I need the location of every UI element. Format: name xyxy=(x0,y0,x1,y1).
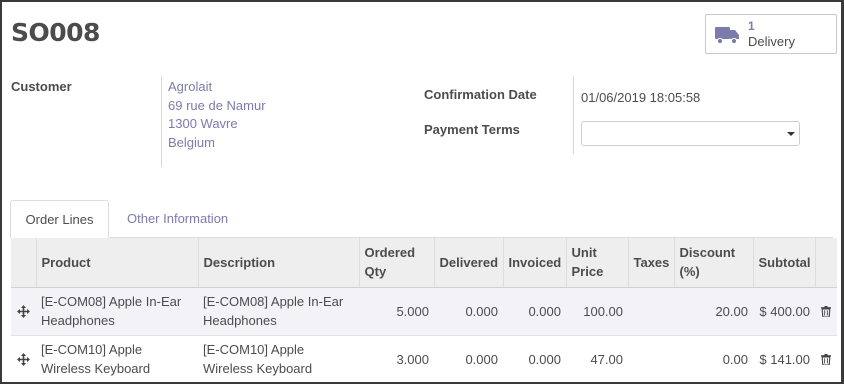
column-header-unit-price[interactable]: Unit Price xyxy=(565,238,628,288)
cell-taxes[interactable] xyxy=(628,287,674,336)
column-header-delivered[interactable]: Delivered xyxy=(433,238,503,288)
column-header-invoiced[interactable]: Invoiced xyxy=(502,238,566,288)
cell-invoiced[interactable]: 0.000 xyxy=(503,287,566,336)
address-city[interactable]: 1300 Wavre xyxy=(168,115,266,134)
cell-product[interactable]: [E-COM08] Apple In-Ear Headphones xyxy=(36,287,198,336)
cell-product[interactable]: [E-COM10] Apple Wireless Keyboard xyxy=(36,335,198,382)
cell-discount[interactable]: 0.00 xyxy=(674,335,753,382)
customer-name-link[interactable]: Agrolait xyxy=(168,78,266,97)
right-group-separator xyxy=(573,76,574,154)
tab-order-lines[interactable]: Order Lines xyxy=(10,200,109,238)
column-header-discount[interactable]: Discount (%) xyxy=(673,238,753,288)
cell-description[interactable]: [E-COM10] Apple Wireless Keyboard xyxy=(198,335,359,382)
delivery-smart-button[interactable]: 1 Delivery xyxy=(705,14,837,54)
column-header-product[interactable]: Product xyxy=(35,238,198,288)
drag-handle[interactable] xyxy=(11,287,36,336)
table-row[interactable]: [E-COM10] Apple Wireless Keyboard [E-COM… xyxy=(11,335,837,382)
delete-row-button[interactable] xyxy=(815,287,837,336)
column-header-ordered-qty[interactable]: Ordered Qty xyxy=(358,238,434,288)
tab-other-information[interactable]: Other Information xyxy=(127,200,228,238)
form-sheet: SO008 1 Delivery Customer Agrolait 69 ru… xyxy=(0,0,844,384)
confirmation-date-value: 01/06/2019 18:05:58 xyxy=(581,90,701,105)
address-country[interactable]: Belgium xyxy=(168,134,266,153)
trash-icon xyxy=(821,353,831,365)
cell-subtotal: $ 141.00 xyxy=(753,335,815,382)
cell-taxes[interactable] xyxy=(628,335,674,382)
cell-ordered-qty[interactable]: 5.000 xyxy=(359,287,434,336)
delete-row-button[interactable] xyxy=(815,335,837,382)
confirmation-date-label: Confirmation Date xyxy=(424,87,537,102)
table-row[interactable]: [E-COM08] Apple In-Ear Headphones [E-COM… xyxy=(11,287,837,336)
move-arrows-icon xyxy=(17,352,30,366)
cell-unit-price[interactable]: 100.00 xyxy=(566,287,628,336)
cell-ordered-qty[interactable]: 3.000 xyxy=(359,335,434,382)
page-title: SO008 xyxy=(11,18,100,47)
drag-handle[interactable] xyxy=(11,335,36,382)
payment-terms-label: Payment Terms xyxy=(424,122,520,137)
caret-down-icon xyxy=(787,132,795,136)
customer-separator xyxy=(161,76,162,167)
delivery-label: Delivery xyxy=(748,34,795,49)
cell-subtotal: $ 400.00 xyxy=(753,287,815,336)
column-header-description[interactable]: Description xyxy=(197,238,359,288)
column-header-actions xyxy=(814,238,837,288)
order-lines-table: Product Description Ordered Qty Delivere… xyxy=(11,238,837,382)
move-arrows-icon xyxy=(17,304,30,318)
trash-icon xyxy=(821,305,831,317)
cell-delivered[interactable]: 0.000 xyxy=(434,287,503,336)
payment-terms-select[interactable] xyxy=(581,121,800,146)
cell-invoiced[interactable]: 0.000 xyxy=(503,335,566,382)
cell-unit-price[interactable]: 47.00 xyxy=(566,335,628,382)
delivery-count: 1 xyxy=(748,19,755,33)
customer-address: Agrolait 69 rue de Namur 1300 Wavre Belg… xyxy=(168,78,266,152)
column-header-taxes[interactable]: Taxes xyxy=(627,238,674,288)
cell-delivered[interactable]: 0.000 xyxy=(434,335,503,382)
column-header-subtotal[interactable]: Subtotal xyxy=(752,238,815,288)
table-header-row: Product Description Ordered Qty Delivere… xyxy=(11,238,837,288)
cell-description[interactable]: [E-COM08] Apple In-Ear Headphones xyxy=(198,287,359,336)
customer-label: Customer xyxy=(11,79,72,94)
column-header-handle xyxy=(11,238,36,288)
truck-icon xyxy=(715,27,739,44)
cell-discount[interactable]: 20.00 xyxy=(674,287,753,336)
address-street[interactable]: 69 rue de Namur xyxy=(168,97,266,116)
